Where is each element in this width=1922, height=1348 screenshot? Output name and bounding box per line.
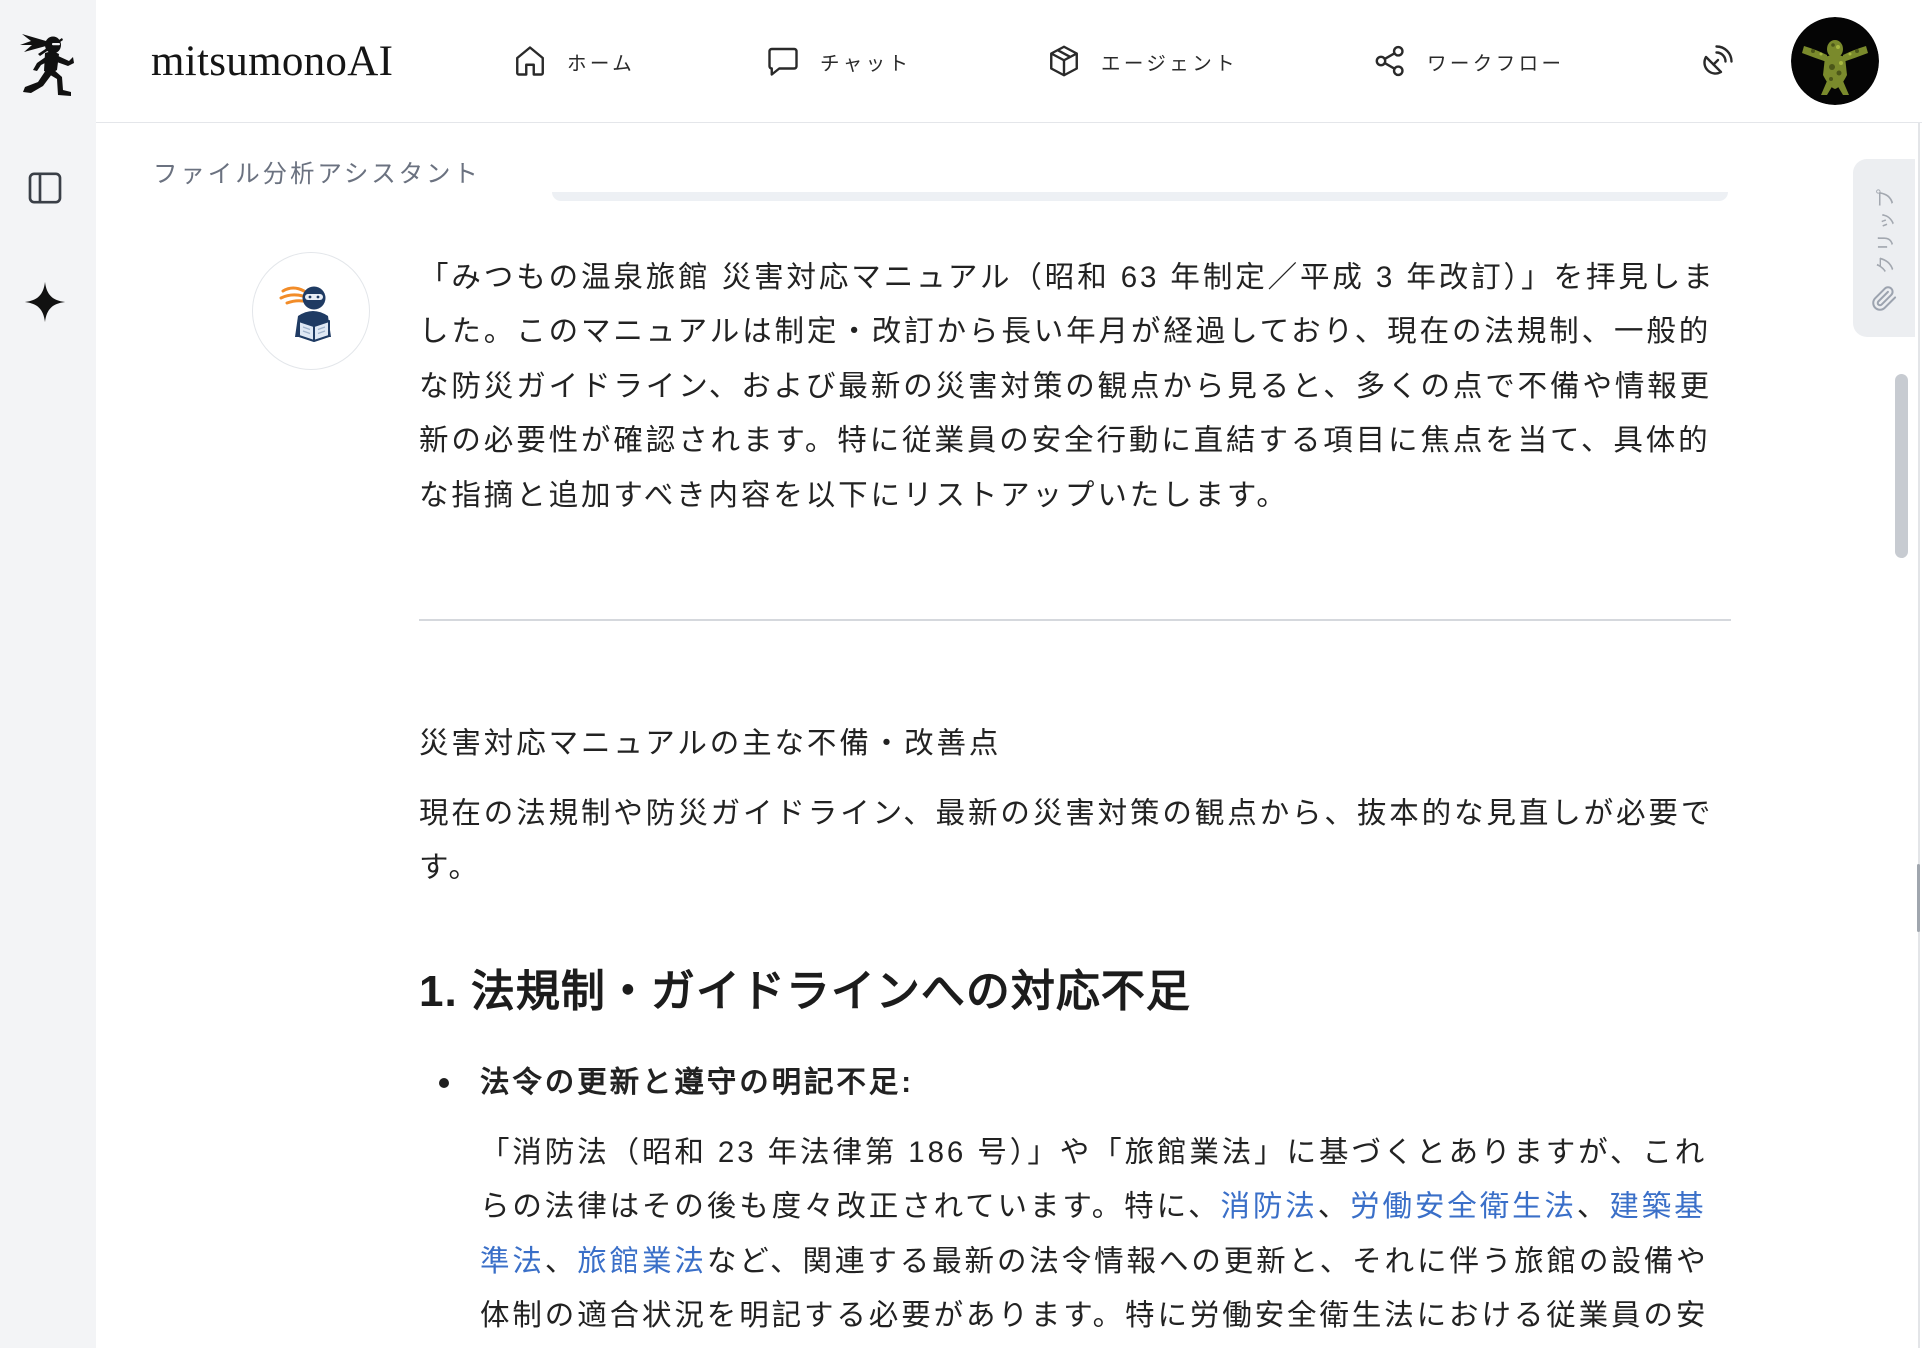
clip-tab-label: クリップ — [1875, 185, 1897, 274]
home-icon — [512, 43, 548, 79]
paperclip-icon — [1871, 285, 1898, 312]
bullet-dot — [439, 1078, 449, 1088]
satellite-dish-icon[interactable] — [1700, 42, 1736, 78]
nav-agent-label: エージェント — [1101, 52, 1239, 75]
chat-icon — [765, 43, 801, 79]
ninja-logo-icon[interactable] — [16, 32, 76, 102]
divider — [419, 619, 1731, 621]
nav-agent[interactable]: エージェント — [1046, 0, 1238, 122]
left-sidebar — [0, 0, 96, 1348]
page-scrollbar-track[interactable] — [1918, 123, 1920, 1348]
nav-home[interactable]: ホーム — [512, 0, 635, 122]
nav-chat[interactable]: チャット — [765, 0, 911, 122]
clip-tab[interactable]: クリップ — [1853, 159, 1915, 337]
bullet-text: 、 — [1576, 1190, 1610, 1224]
law-link-industrial-safety-act[interactable]: 労働安全衛生法 — [1350, 1190, 1577, 1223]
bullet-body: 「消防法（昭和 23 年法律第 186 号）」や「旅館業法」に基づくとありますが… — [480, 1126, 1716, 1348]
panel-left-icon[interactable] — [24, 167, 66, 209]
bullet-text: 、 — [1317, 1190, 1351, 1224]
assistant-message-intro: 「みつもの温泉旅館 災害対応マニュアル（昭和 63 年制定／平成 3 年改訂）」… — [419, 261, 1716, 512]
content-scrollbar-thumb[interactable] — [1895, 374, 1908, 558]
section-heading: 1. 法規制・ガイドラインへの対応不足 — [419, 967, 1191, 1016]
top-header: mitsumonoAI ホーム チャット エージェント ワークフロー — [96, 0, 1922, 123]
share-icon — [1372, 43, 1408, 79]
previous-message-edge — [552, 192, 1728, 201]
nav-chat-label: チャット — [820, 52, 912, 75]
ninja-reading-icon — [252, 252, 370, 370]
clip-tab-label-wrap: クリップ — [1853, 184, 1915, 276]
section-summary: 現在の法規制や防災ガイドライン、最新の災害対策の観点から、抜本的な見直しが必要で… — [419, 797, 1714, 885]
sparkle-icon[interactable] — [22, 279, 68, 325]
assistant-name: ファイル分析アシスタント — [153, 161, 481, 188]
page-scrollbar-thumb[interactable] — [1917, 864, 1920, 932]
law-link-inn-business-act[interactable]: 旅館業法 — [577, 1245, 707, 1278]
nav-home-label: ホーム — [567, 52, 636, 75]
cube-icon — [1046, 43, 1082, 79]
nav-workflow[interactable]: ワークフロー — [1372, 0, 1564, 122]
user-avatar-icon[interactable] — [1791, 17, 1879, 105]
law-link-fire-service-act[interactable]: 消防法 — [1220, 1190, 1317, 1223]
brand-name[interactable]: mitsumonoAI — [151, 0, 393, 122]
section-title: 災害対応マニュアルの主な不備・改善点 — [419, 727, 1002, 760]
bullet-title: 法令の更新と遵守の明記不足: — [480, 1066, 914, 1099]
nav-workflow-label: ワークフロー — [1427, 52, 1565, 75]
bullet-text: 、 — [544, 1244, 578, 1278]
